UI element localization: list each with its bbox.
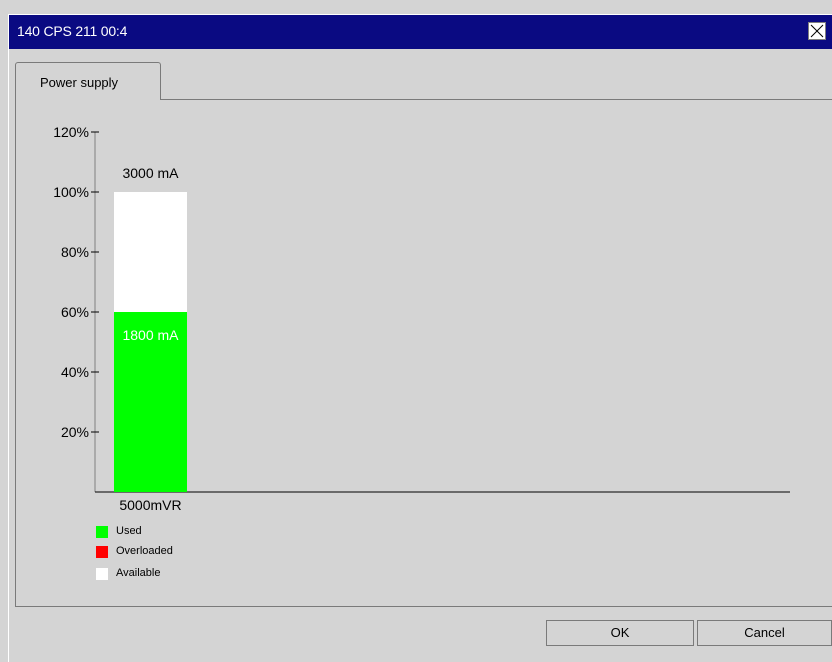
ok-button[interactable]: OK: [546, 620, 694, 646]
bar-used-label: 1800 mA: [122, 327, 179, 343]
legend-swatch-used: [96, 526, 108, 538]
legend-label-used: Used: [116, 525, 142, 537]
y-tick-label: 20%: [61, 424, 89, 440]
legend-swatch-available: [96, 568, 108, 580]
y-tick-label: 120%: [53, 124, 89, 140]
y-tick-label: 80%: [61, 244, 89, 260]
y-tick-label: 40%: [61, 364, 89, 380]
bar-available: [114, 192, 187, 312]
y-tick-label: 100%: [53, 184, 89, 200]
x-category-label: 5000mVR: [119, 497, 181, 513]
y-tick-label: 60%: [61, 304, 89, 320]
legend-swatch-overloaded: [96, 546, 108, 558]
tab-label: Power supply: [40, 75, 119, 90]
cancel-button[interactable]: Cancel: [697, 620, 832, 646]
tab-power-supply[interactable]: Power supply: [15, 62, 161, 100]
bar-total-label: 3000 mA: [122, 165, 179, 181]
legend-label-available: Available: [116, 567, 161, 579]
legend-label-overloaded: Overloaded: [116, 545, 173, 557]
